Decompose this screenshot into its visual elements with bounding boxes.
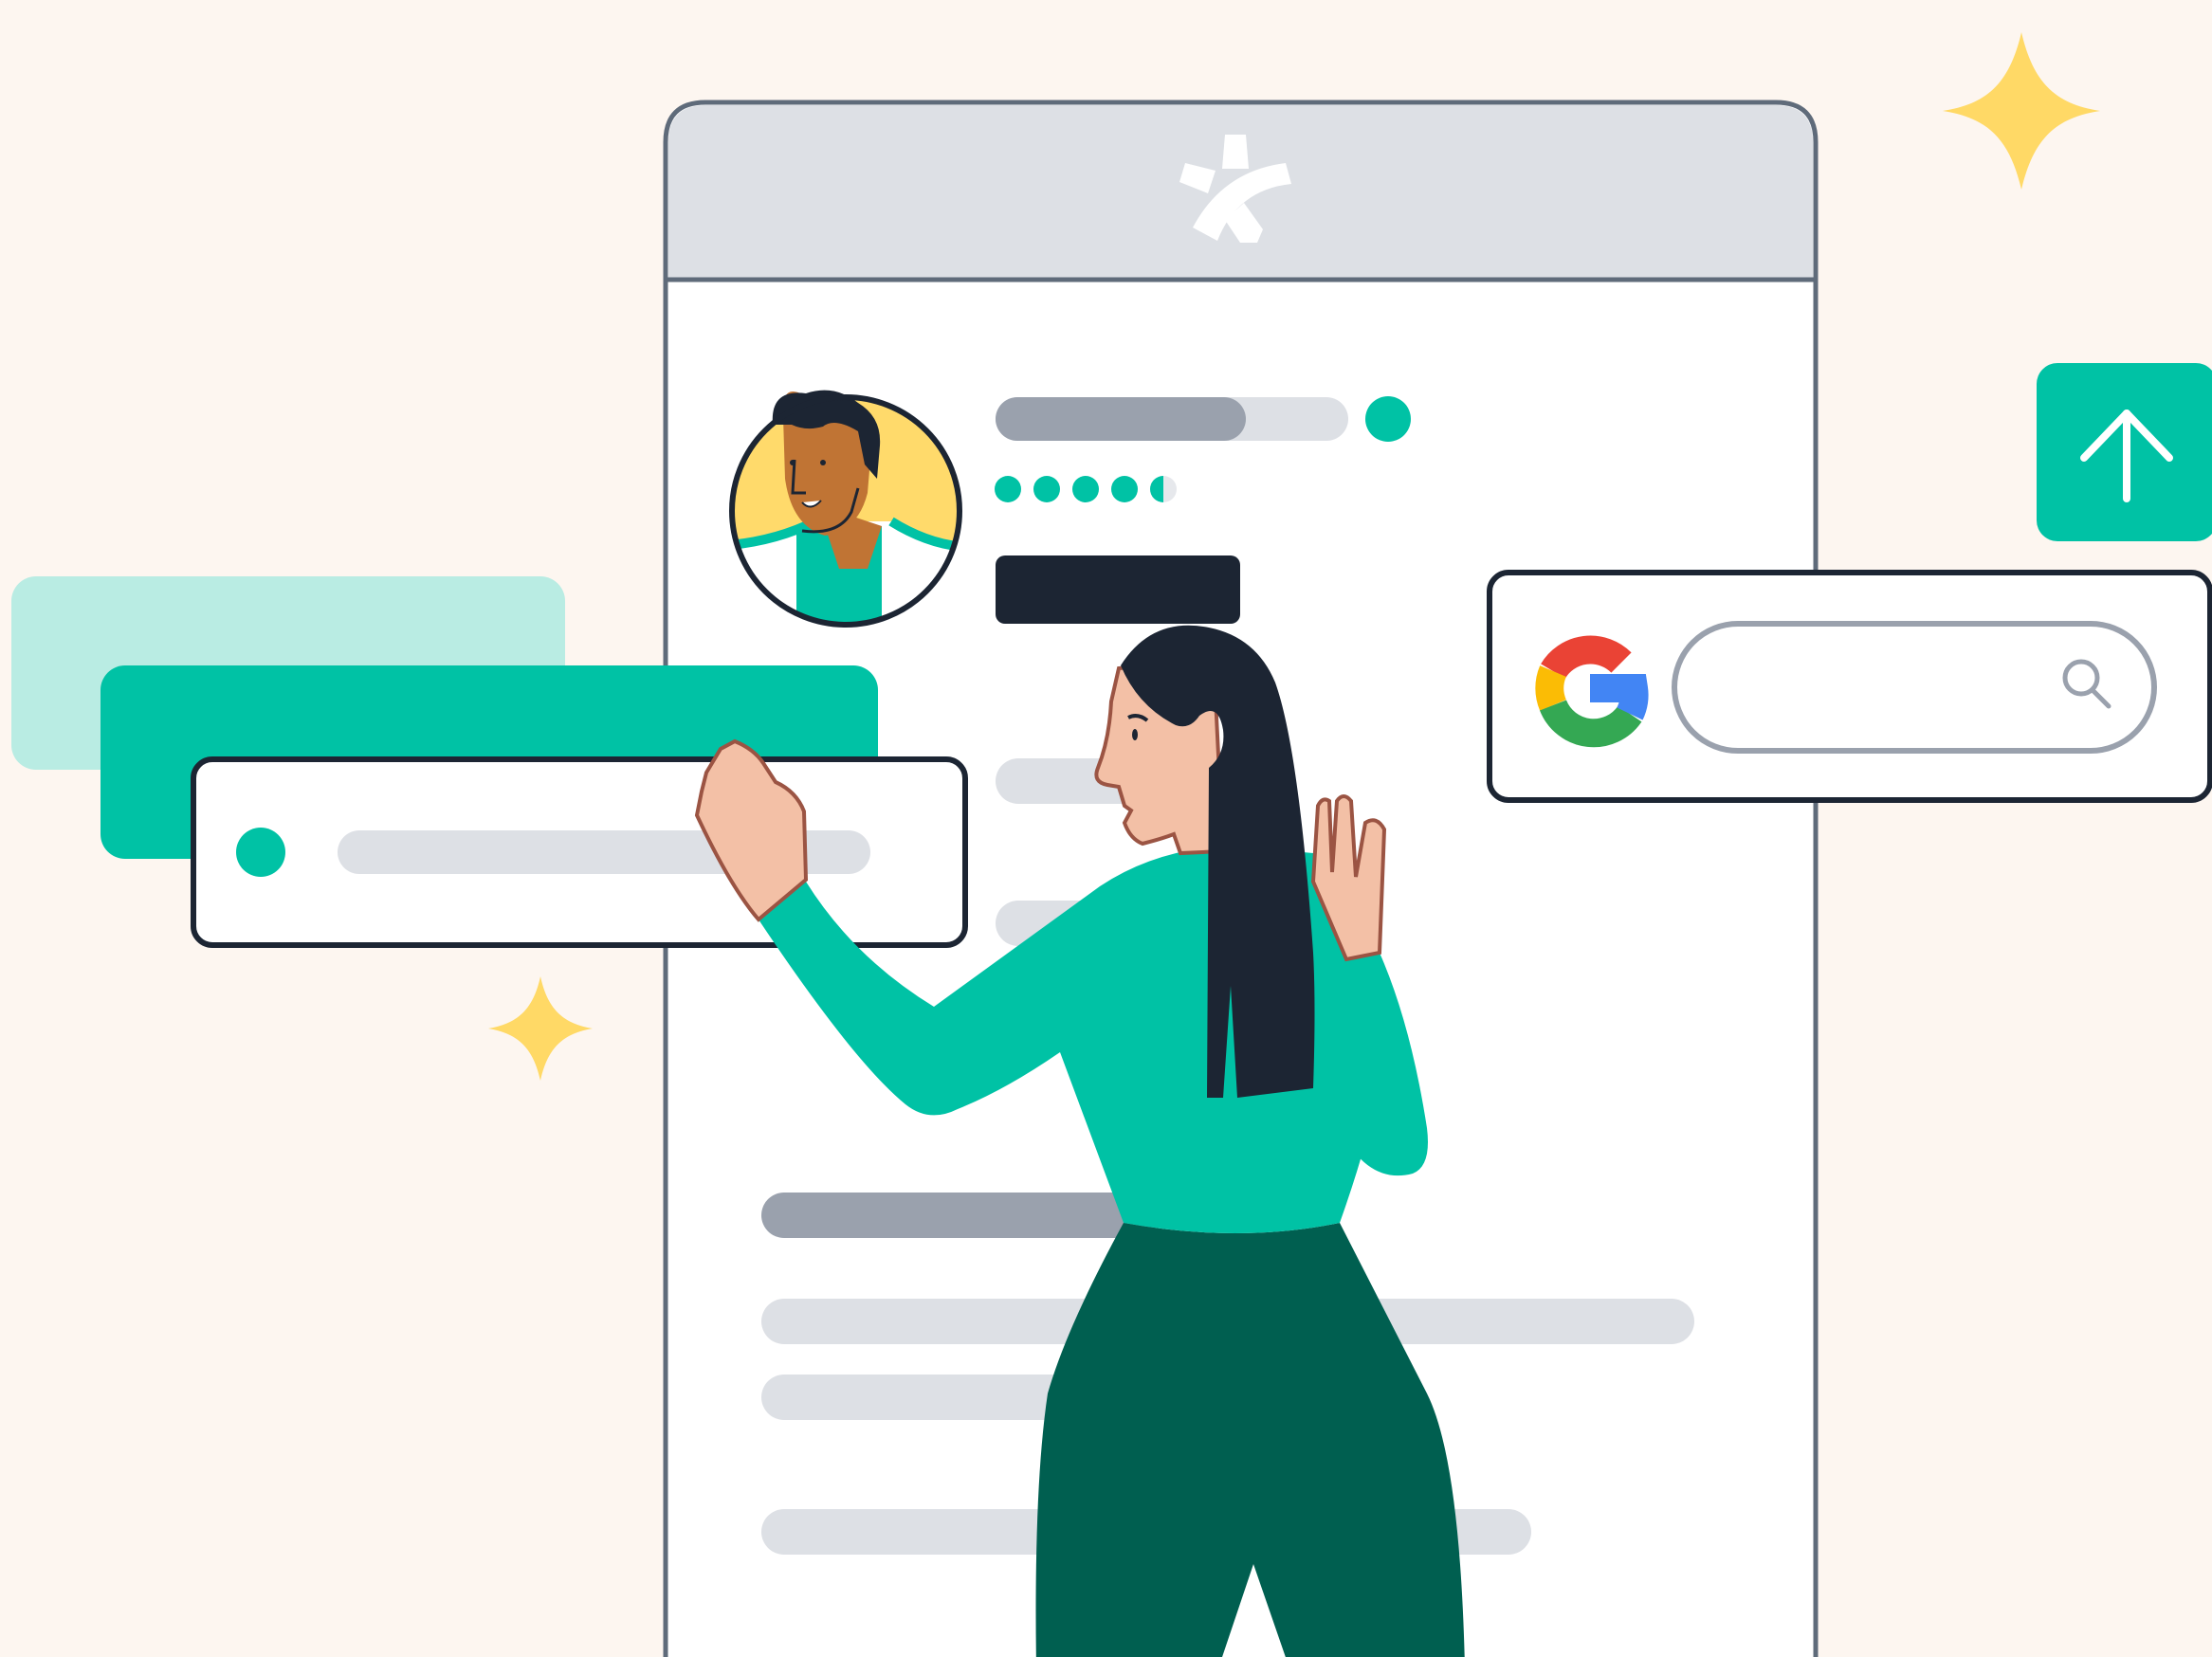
name-bar-fill [996, 397, 1246, 441]
search-input[interactable] [1672, 621, 2157, 754]
list-item-dot [236, 828, 285, 877]
profile-action-button[interactable] [996, 555, 1240, 624]
search-card [1487, 570, 2212, 803]
google-g-icon [1535, 635, 1649, 748]
upload-button[interactable] [2037, 363, 2212, 541]
status-dot [1365, 396, 1411, 442]
list-item-card[interactable] [191, 756, 968, 948]
illustration-scene [0, 0, 2212, 1657]
